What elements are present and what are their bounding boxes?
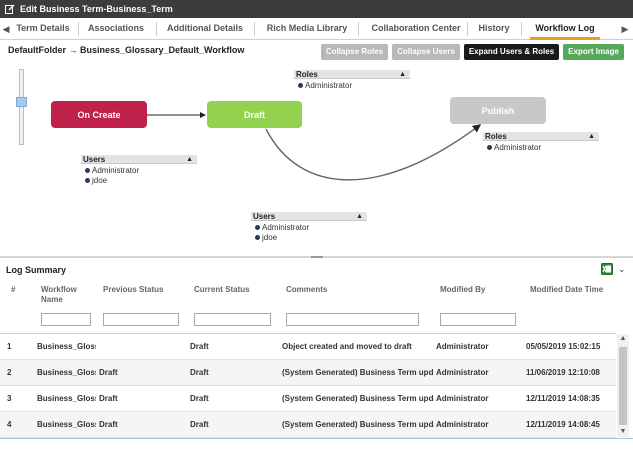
group-list-item: Administrator	[487, 143, 541, 153]
filter-input-modified-by[interactable]	[440, 313, 516, 326]
column-header-modified-date-time[interactable]: Modified Date Time	[530, 285, 603, 295]
table-row[interactable]: 4 Business_Glossary Draft Draft (System …	[0, 412, 616, 438]
draft-to-publish-arrow	[265, 124, 482, 181]
cell-current-status: Draft	[190, 368, 209, 377]
chevron-down-icon[interactable]: ⌄	[618, 264, 626, 274]
cell-comments: (System Generated) Business Term updated	[282, 420, 434, 429]
cell-current-status: Draft	[190, 420, 209, 429]
scroll-down-icon[interactable]: ▼	[617, 427, 629, 437]
workflow-node-on-create[interactable]: On Create	[51, 101, 147, 128]
log-summary-title: Log Summary	[6, 265, 67, 275]
export-excel-icon[interactable]	[601, 263, 613, 275]
group-list-item: Administrator	[85, 166, 139, 176]
column-header-previous-status[interactable]: Previous Status	[103, 285, 163, 295]
group-header-label: Users	[253, 212, 276, 221]
cell-workflow-name: Business_Glossary	[37, 368, 96, 377]
table-row[interactable]: 1 Business_Glossary Draft Object created…	[0, 334, 616, 360]
cell-modified-date-time: 05/05/2019 15:02:15	[526, 342, 601, 351]
filter-input-current-status[interactable]	[194, 313, 271, 326]
cell-current-status: Draft	[190, 342, 209, 351]
scrollbar-thumb[interactable]	[619, 347, 627, 425]
user-name: Administrator	[92, 166, 140, 175]
group-header-label: Roles	[296, 70, 318, 79]
column-header-comments[interactable]: Comments	[286, 285, 327, 295]
filter-input-comments[interactable]	[286, 313, 419, 326]
draft-users-group-header[interactable]: Users ▲	[251, 212, 367, 221]
splitter-grip-icon[interactable]	[311, 256, 323, 258]
group-list-item: jdoe	[255, 233, 277, 243]
cell-number: 1	[7, 342, 12, 351]
workflow-node-draft[interactable]: Draft	[207, 101, 302, 128]
cell-comments: (System Generated) Business Term updated	[282, 368, 434, 377]
collapse-triangle-icon[interactable]: ▲	[186, 155, 193, 164]
bullet-icon	[255, 235, 260, 240]
publish-roles-group-header[interactable]: Roles ▲	[483, 132, 599, 141]
group-list-item: Administrator	[298, 81, 352, 91]
create-users-group-header[interactable]: Users ▲	[81, 155, 197, 164]
group-header-label: Roles	[485, 132, 507, 141]
cell-modified-by: Administrator	[436, 342, 489, 351]
bullet-icon	[85, 178, 90, 183]
group-list-item: jdoe	[85, 176, 107, 186]
cell-previous-status: Draft	[99, 420, 118, 429]
bullet-icon	[487, 145, 492, 150]
workflow-node-publish[interactable]: Publish	[450, 97, 546, 124]
cell-number: 3	[7, 394, 12, 403]
cell-number: 2	[7, 368, 12, 377]
cell-workflow-name: Business_Glossary	[37, 394, 96, 403]
table-scrollbar[interactable]: ▲ ▼	[617, 334, 629, 437]
table-row[interactable]: 2 Business_Glossary Draft Draft (System …	[0, 360, 616, 386]
filter-input-workflow-name[interactable]	[41, 313, 91, 326]
draft-roles-group-header[interactable]: Roles ▲	[294, 70, 410, 79]
collapse-triangle-icon[interactable]: ▲	[356, 212, 363, 221]
cell-modified-by: Administrator	[436, 394, 489, 403]
cell-previous-status: Draft	[99, 368, 118, 377]
column-header-current-status[interactable]: Current Status	[194, 285, 250, 295]
cell-modified-by: Administrator	[436, 368, 489, 377]
cell-workflow-name: Business_Glossary	[37, 342, 96, 351]
cell-modified-date-time: 11/06/2019 12:10:08	[526, 368, 600, 377]
bullet-icon	[255, 225, 260, 230]
cell-current-status: Draft	[190, 394, 209, 403]
bullet-icon	[298, 83, 303, 88]
cell-modified-date-time: 12/11/2019 14:08:35	[526, 394, 600, 403]
cell-previous-status	[99, 334, 184, 360]
cell-previous-status: Draft	[99, 394, 118, 403]
user-name: Administrator	[262, 223, 310, 232]
bullet-icon	[85, 168, 90, 173]
user-name: jdoe	[92, 176, 108, 185]
filter-input-previous-status[interactable]	[103, 313, 179, 326]
table-row[interactable]: 3 Business_Glossary Draft Draft (System …	[0, 386, 616, 412]
collapse-triangle-icon[interactable]: ▲	[588, 132, 595, 141]
user-name: jdoe	[262, 233, 278, 242]
column-header-workflow-name[interactable]: Workflow Name	[41, 285, 87, 305]
column-header-modified-by[interactable]: Modified By	[440, 285, 485, 295]
role-name: Administrator	[494, 143, 542, 152]
column-header-number[interactable]: #	[11, 285, 15, 295]
cell-modified-by: Administrator	[436, 420, 489, 429]
cell-comments: (System Generated) Business Term updated	[282, 394, 434, 403]
group-header-label: Users	[83, 155, 106, 164]
role-name: Administrator	[305, 81, 353, 90]
cell-modified-date-time: 12/11/2019 14:08:45	[526, 420, 600, 429]
cell-number: 4	[7, 420, 12, 429]
scroll-up-icon[interactable]: ▲	[617, 334, 629, 344]
panel-bottom-border	[0, 438, 633, 439]
cell-workflow-name: Business_Glossary	[37, 420, 96, 429]
group-list-item: Administrator	[255, 223, 309, 233]
cell-comments: Object created and moved to draft	[282, 342, 412, 351]
collapse-triangle-icon[interactable]: ▲	[399, 70, 406, 79]
